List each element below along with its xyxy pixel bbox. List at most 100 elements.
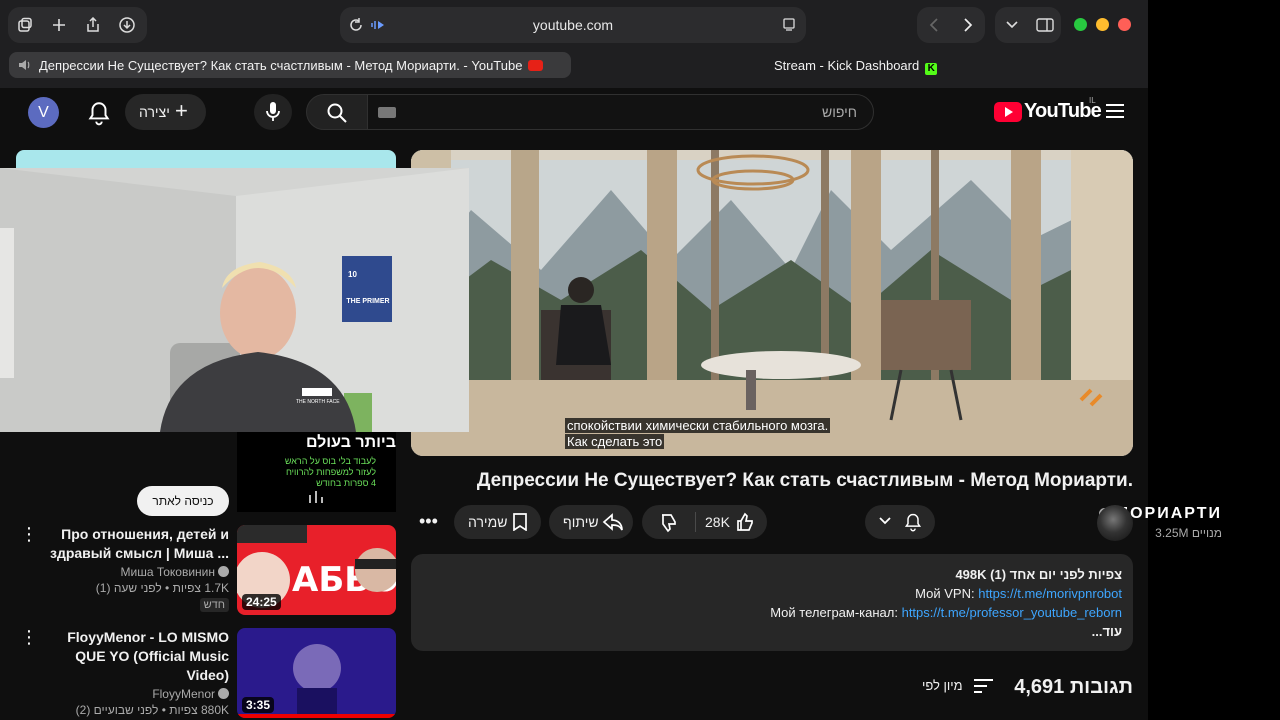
share-button[interactable]: שיתוף [549,505,633,539]
description-line: Мой телеграм-канал: https://t.me/profess… [770,605,1122,620]
ad-image[interactable]: ביותר בעולם לעבוד בלי בוס על הראש לעזור … [237,432,396,512]
caption-line-2: Как сделать это [565,434,665,449]
sort-by-label[interactable]: מיון לפי [922,678,963,693]
comments-count: 4,691 תגובות [1014,676,1133,698]
search-input[interactable]: חיפוש [367,94,874,130]
youtube-favicon-icon [528,60,544,71]
channel-avatar[interactable] [1097,505,1133,541]
share-icon[interactable] [76,7,110,43]
chevron-down-icon[interactable] [995,7,1028,43]
notifications-bell-icon[interactable] [86,100,112,126]
more-actions-button[interactable]: ••• [413,505,443,539]
download-icon[interactable] [110,7,144,43]
video-title-main: Депрессии Не Существует? Как стать счаст… [476,470,1133,491]
screen: youtube.com Депрессии Не Существует? Как [0,0,1280,720]
youtube-play-icon [994,102,1022,122]
new-badge: חדש [199,598,229,612]
plus-icon: + [175,98,188,123]
ad-line: 4 ספרות בחודש [316,478,376,488]
kick-favicon-icon: K [925,63,938,75]
minimize-window-button[interactable] [1096,18,1109,31]
ad-line: לעזור למשפחות להרוויח [285,467,376,477]
chevron-down-icon [879,517,891,525]
view-stats: 498K צפיות לפני יום אחד (1) [955,567,1122,582]
dislike-icon[interactable] [659,513,679,533]
channel-name[interactable]: Миша Токовинин [39,565,229,579]
list-item[interactable]: 3:35 FloyyMenor - LO MISMO QUE YO (Offic… [16,628,396,718]
sort-icon[interactable] [974,679,993,693]
subscribed-button[interactable] [865,505,935,539]
telegram-link[interactable]: https://t.me/professor_youtube_reborn [902,605,1122,620]
create-button[interactable]: יצירה + [125,94,206,130]
share-label: שיתוף [563,514,599,530]
ad-line: לעבוד בלי בוס על הראש [284,456,376,466]
video-player[interactable]: спокойствии химически стабильного мозга.… [411,150,1133,456]
video-stats: 880K צפיות • לפני שבועיים (2) [75,703,229,717]
sidebar-toggle-icon[interactable] [1028,7,1061,43]
video-title[interactable]: FloyyMenor - LO MISMO QUE YO (Official M… [39,628,229,685]
caption-line-1: спокойствии химически стабильного мозга. [565,418,831,433]
show-more-link[interactable]: ...עוד [1092,624,1122,639]
close-window-button[interactable] [1118,18,1131,31]
save-button[interactable]: שמירה [454,505,541,539]
visit-site-button[interactable]: כניסה לאתר [137,486,229,516]
video-thumbnail[interactable]: АБЬОЗ 24:25 [237,525,396,615]
reader-icon[interactable] [782,18,796,32]
verified-icon [218,566,229,577]
description-line: Мой VPN: https://t.me/morivpnrobot [915,586,1122,601]
search-placeholder: חיפוש [822,104,857,120]
address-bar[interactable]: youtube.com [340,7,806,43]
divider [695,512,696,532]
description-box[interactable]: 498K צפיות לפני יום אחד (1) Мой VPN: htt… [411,554,1133,651]
list-item[interactable]: АБЬОЗ 24:25 Про отношения, детей и здрав… [16,525,396,615]
browser-toolbar: youtube.com Депрессии Не Существует? Как [0,0,1148,88]
verified-icon [218,688,229,699]
zoom-window-button[interactable] [1074,18,1087,31]
video-meta: FloyyMenor - LO MISMO QUE YO (Official M… [39,628,229,717]
bookmark-icon [513,513,527,531]
microphone-icon [266,102,280,121]
more-options-icon[interactable]: ⋮ [20,628,38,646]
tab-overview-icon[interactable] [8,7,42,43]
video-duration: 3:35 [242,697,275,713]
new-tab-icon[interactable] [42,7,76,43]
like-icon[interactable] [735,512,755,532]
desktop-background [1148,0,1280,720]
search-icon [327,103,347,123]
speaker-icon[interactable] [18,59,32,71]
channel-name[interactable]: FloyyMenor [39,687,229,701]
share-arrow-icon [602,513,623,531]
video-meta: Про отношения, детей и здравый смысл | М… [39,525,229,613]
webcam-image [0,168,469,432]
video-duration: 24:25 [242,594,281,610]
notifications-bell-icon [904,513,922,532]
like-count[interactable]: 28K [705,514,730,530]
video-title[interactable]: Про отношения, детей и здравый смысл | М… [39,525,229,563]
video-thumbnail[interactable]: 3:35 [237,628,396,718]
forward-icon[interactable] [951,7,985,43]
back-icon[interactable] [917,7,951,43]
ad-title: ביותר בעולם [305,434,396,451]
subscriber-count: 3.25M מנויים [1155,526,1222,540]
ad-logo-icon [309,491,323,503]
tab-youtube[interactable]: Депрессии Не Существует? Как стать счаст… [9,52,571,78]
history-nav-group [917,7,985,43]
poster-text: THE PRIMER [346,298,390,305]
webcam-overlay: 10 THE PRIMER THE NORTH FACE [0,168,469,432]
keyboard-icon[interactable] [378,107,396,118]
create-label: יצירה [139,104,170,120]
video-stats: 1.7K צפיות • לפני שעה (1) [95,581,229,595]
logo-country-code: IL [1089,96,1096,105]
save-label: שמירה [468,514,508,530]
tab-kick[interactable]: Stream - Kick Dashboard K [774,58,938,75]
more-options-icon[interactable]: ⋮ [20,525,38,543]
vpn-link[interactable]: https://t.me/morivpnrobot [978,586,1122,601]
view-group [995,7,1061,43]
avatar[interactable]: V [28,97,59,128]
search-button[interactable] [306,94,368,130]
voice-search-button[interactable] [254,94,292,130]
toolbar-left-group [8,7,147,43]
menu-icon[interactable] [1106,104,1124,118]
like-dislike-group: 28K [642,505,767,539]
poster-number: 10 [348,270,357,279]
